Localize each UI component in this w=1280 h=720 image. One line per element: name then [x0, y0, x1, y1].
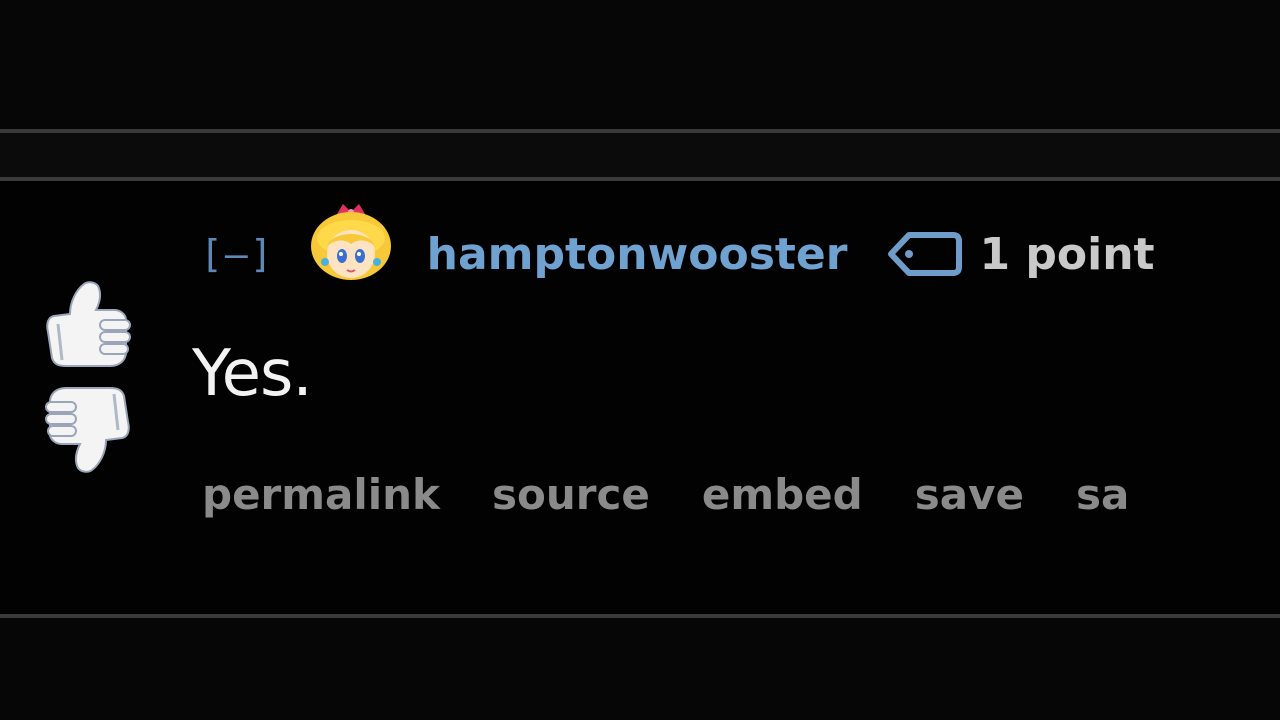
collapse-toggle[interactable]: [–]: [200, 232, 275, 276]
author-link[interactable]: hamptonwooster: [427, 229, 848, 280]
bottom-band: [0, 618, 1280, 720]
top-band: [0, 0, 1280, 130]
comment-body: Yes.: [192, 337, 313, 411]
permalink-button[interactable]: permalink: [202, 470, 440, 519]
source-button[interactable]: source: [492, 470, 650, 519]
score: 1 point: [979, 228, 1155, 280]
upvote-thumbs-up-icon[interactable]: [40, 280, 136, 372]
save-button[interactable]: save: [915, 470, 1024, 519]
page: [–] hamptonwooster 1 point Yes. permalin…: [0, 0, 1280, 720]
save-rts-button[interactable]: sa: [1076, 470, 1129, 519]
comment-actions: permalink source embed save sa: [202, 470, 1181, 519]
comment-separator: [0, 133, 1280, 177]
embed-button[interactable]: embed: [702, 470, 863, 519]
downvote-thumbs-down-icon[interactable]: [40, 382, 136, 474]
flair-avatar-icon: [310, 204, 391, 280]
comment-tagline: [–] hamptonwooster 1 point: [200, 204, 1155, 284]
tag-icon: [888, 232, 963, 276]
